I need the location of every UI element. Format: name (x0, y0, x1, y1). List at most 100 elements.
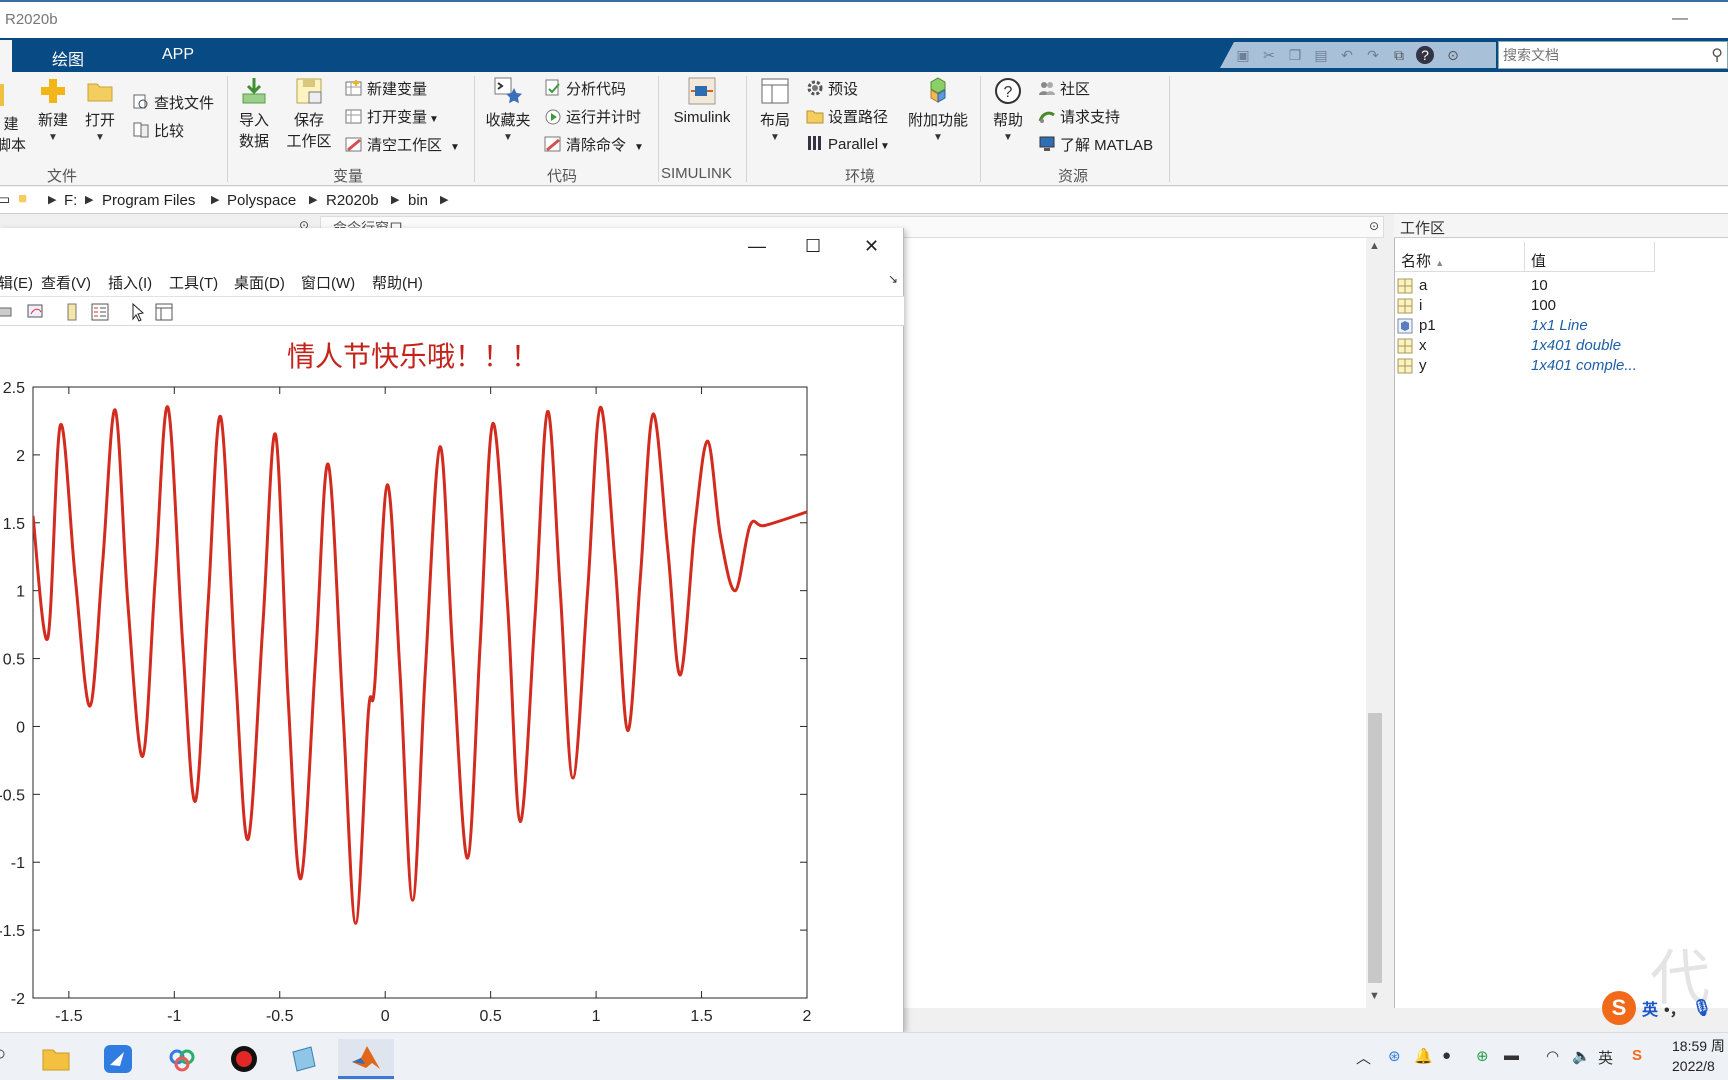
layout-button[interactable]: 布局 ▼ (755, 76, 795, 143)
clock[interactable]: 18:59 周 2022/8 (1672, 1036, 1725, 1076)
search-input[interactable] (1499, 42, 1689, 68)
scroll-up-icon[interactable]: ▲ (1369, 240, 1380, 252)
sogou-icon[interactable]: S (1602, 991, 1636, 1025)
tab-home[interactable] (0, 40, 12, 72)
chevron-down-icon[interactable]: ⊙ (1444, 46, 1462, 64)
help-icon[interactable]: ? (1416, 46, 1434, 64)
bell-icon[interactable]: 🔔 (1414, 1047, 1433, 1065)
security-icon[interactable]: ⊕ (1476, 1047, 1489, 1065)
ime-language[interactable]: 英 (1642, 996, 1658, 1020)
wifi-icon[interactable]: ◠ (1546, 1047, 1559, 1065)
clear-commands-button[interactable]: 清除命令 ▼ (544, 134, 644, 155)
set-path-button[interactable]: 设置路径 (806, 106, 888, 127)
plot-area[interactable]: 情人节快乐哦！！！ -1.5 -1 -0.5 0 0.5 1 1.5 2 -2 -1.5 -1 -0.… (0, 326, 904, 1032)
tray-language[interactable]: 英 (1598, 1047, 1613, 1068)
breadcrumb-drive[interactable]: F: (64, 192, 77, 209)
menu-tools[interactable]: 工具(T) (169, 272, 218, 293)
property-inspector-icon[interactable] (154, 302, 174, 322)
menu-desktop[interactable]: 桌面(D) (234, 272, 285, 293)
taskbar-recorder[interactable] (216, 1039, 272, 1079)
figure-close-button[interactable]: ✕ (864, 236, 879, 257)
taskbar-baidu-netdisk[interactable] (154, 1039, 210, 1079)
column-header-value[interactable]: 值 (1525, 242, 1655, 272)
search-icon[interactable]: ○ (0, 1043, 6, 1066)
print-icon[interactable] (0, 302, 14, 322)
taskbar-feishu[interactable] (90, 1039, 146, 1079)
microphone-icon[interactable]: 🎙 (1692, 998, 1712, 1018)
paste-icon[interactable]: ▤ (1312, 46, 1330, 64)
new-button[interactable]: 新建 ▼ (35, 76, 71, 143)
analyze-code-button[interactable]: 分析代码 (544, 78, 626, 99)
chevron-right-icon[interactable]: ▶ (48, 193, 56, 206)
breadcrumb-program-files[interactable]: Program Files (102, 192, 195, 209)
workspace-row[interactable]: y 1x401 comple... (1395, 356, 1728, 376)
panel-options-icon[interactable]: ⊙ (1369, 219, 1379, 233)
pointer-icon[interactable] (128, 302, 148, 322)
help-button[interactable]: ? 帮助 ▼ (988, 76, 1028, 143)
ime-bar[interactable]: S 英 •， 🎙 (1602, 991, 1712, 1025)
clear-workspace-button[interactable]: 清空工作区 ▼ (345, 134, 460, 155)
minimize-button[interactable]: — (1672, 10, 1688, 28)
sogou-tray-icon[interactable]: S (1632, 1047, 1642, 1064)
chevron-right-icon[interactable]: ▶ (440, 193, 448, 206)
menu-window[interactable]: 窗口(W) (301, 272, 355, 293)
save-icon[interactable]: ▣ (1234, 46, 1252, 64)
taskbar-matlab[interactable] (338, 1039, 394, 1079)
figure-maximize-button[interactable]: ☐ (805, 236, 821, 257)
browse-folder-icon[interactable]: ▭ (0, 190, 10, 208)
open-button[interactable]: 打开 ▼ (82, 76, 118, 143)
favorites-button[interactable]: 收藏夹 ▼ (483, 76, 533, 143)
learn-matlab-button[interactable]: 了解 MATLAB (1038, 134, 1153, 155)
ime-punctuation[interactable]: •， (1664, 996, 1686, 1020)
save-workspace-button[interactable]: 保存 工作区 (284, 76, 334, 151)
chevron-up-icon[interactable]: ︿ (1356, 1047, 1371, 1068)
taskbar-app-blue[interactable] (276, 1039, 332, 1079)
preferences-button[interactable]: 预设 (806, 78, 858, 99)
workspace-row[interactable]: x 1x401 double (1395, 336, 1728, 356)
scroll-down-icon[interactable]: ▼ (1369, 990, 1380, 1002)
chevron-right-icon[interactable]: ▶ (309, 193, 317, 206)
scrollbar-thumb[interactable] (1368, 713, 1382, 983)
cut-icon[interactable]: ✂ (1260, 46, 1278, 64)
workspace-row[interactable]: p1 1x1 Line (1395, 316, 1728, 336)
dock-icon[interactable]: ↘ (888, 272, 898, 286)
figure-minimize-button[interactable]: — (748, 236, 766, 257)
undo-icon[interactable]: ↶ (1338, 46, 1356, 64)
compare-button[interactable]: 比较 (132, 120, 184, 141)
chevron-right-icon[interactable]: ▶ (391, 193, 399, 206)
search-icon[interactable]: ⚲ (1711, 45, 1723, 65)
copy-icon[interactable]: ❐ (1286, 46, 1304, 64)
volume-icon[interactable]: 🔈 (1572, 1047, 1591, 1065)
addons-button[interactable]: 附加功能 ▼ (906, 76, 970, 143)
workspace-row[interactable]: a 10 (1395, 276, 1728, 296)
tab-apps[interactable]: APP (162, 46, 194, 64)
import-data-button[interactable]: 导入 数据 (236, 76, 272, 151)
switch-windows-icon[interactable]: ⧉ (1390, 46, 1408, 64)
find-files-button[interactable]: 查找文件 (132, 92, 214, 113)
menu-edit[interactable]: 辑(E) (0, 272, 33, 293)
tab-plots[interactable]: 绘图 (52, 46, 84, 70)
menu-help[interactable]: 帮助(H) (372, 272, 423, 293)
penguin-icon[interactable]: ● (1442, 1047, 1451, 1064)
column-header-name[interactable]: 名称 ▲ (1395, 242, 1525, 272)
legend-icon[interactable] (90, 302, 110, 322)
cloud-tray-icon[interactable]: ⊛ (1388, 1047, 1401, 1065)
menu-insert[interactable]: 插入(I) (108, 272, 152, 293)
workspace-row[interactable]: i 100 (1395, 296, 1728, 316)
new-variable-button[interactable]: 新建变量 (345, 78, 427, 99)
open-variable-button[interactable]: 打开变量 ▼ (345, 106, 439, 127)
colorbar-icon[interactable] (62, 302, 82, 322)
community-button[interactable]: 社区 (1038, 78, 1090, 99)
new-script-button[interactable]: 建 脚本 (0, 80, 26, 155)
redo-icon[interactable]: ↷ (1364, 46, 1382, 64)
menu-view[interactable]: 查看(V) (41, 272, 91, 293)
run-and-time-button[interactable]: 运行并计时 (544, 106, 641, 127)
battery-icon[interactable]: ▬ (1504, 1047, 1519, 1064)
link-plot-icon[interactable] (26, 302, 46, 322)
command-window-scrollbar[interactable]: ▲ ▼ (1366, 238, 1384, 1008)
breadcrumb-r2020b[interactable]: R2020b (326, 192, 379, 209)
simulink-button[interactable]: Simulink (669, 76, 735, 126)
chevron-right-icon[interactable]: ▶ (211, 193, 219, 206)
breadcrumb-polyspace[interactable]: Polyspace (227, 192, 296, 209)
breadcrumb-bin[interactable]: bin (408, 192, 428, 209)
